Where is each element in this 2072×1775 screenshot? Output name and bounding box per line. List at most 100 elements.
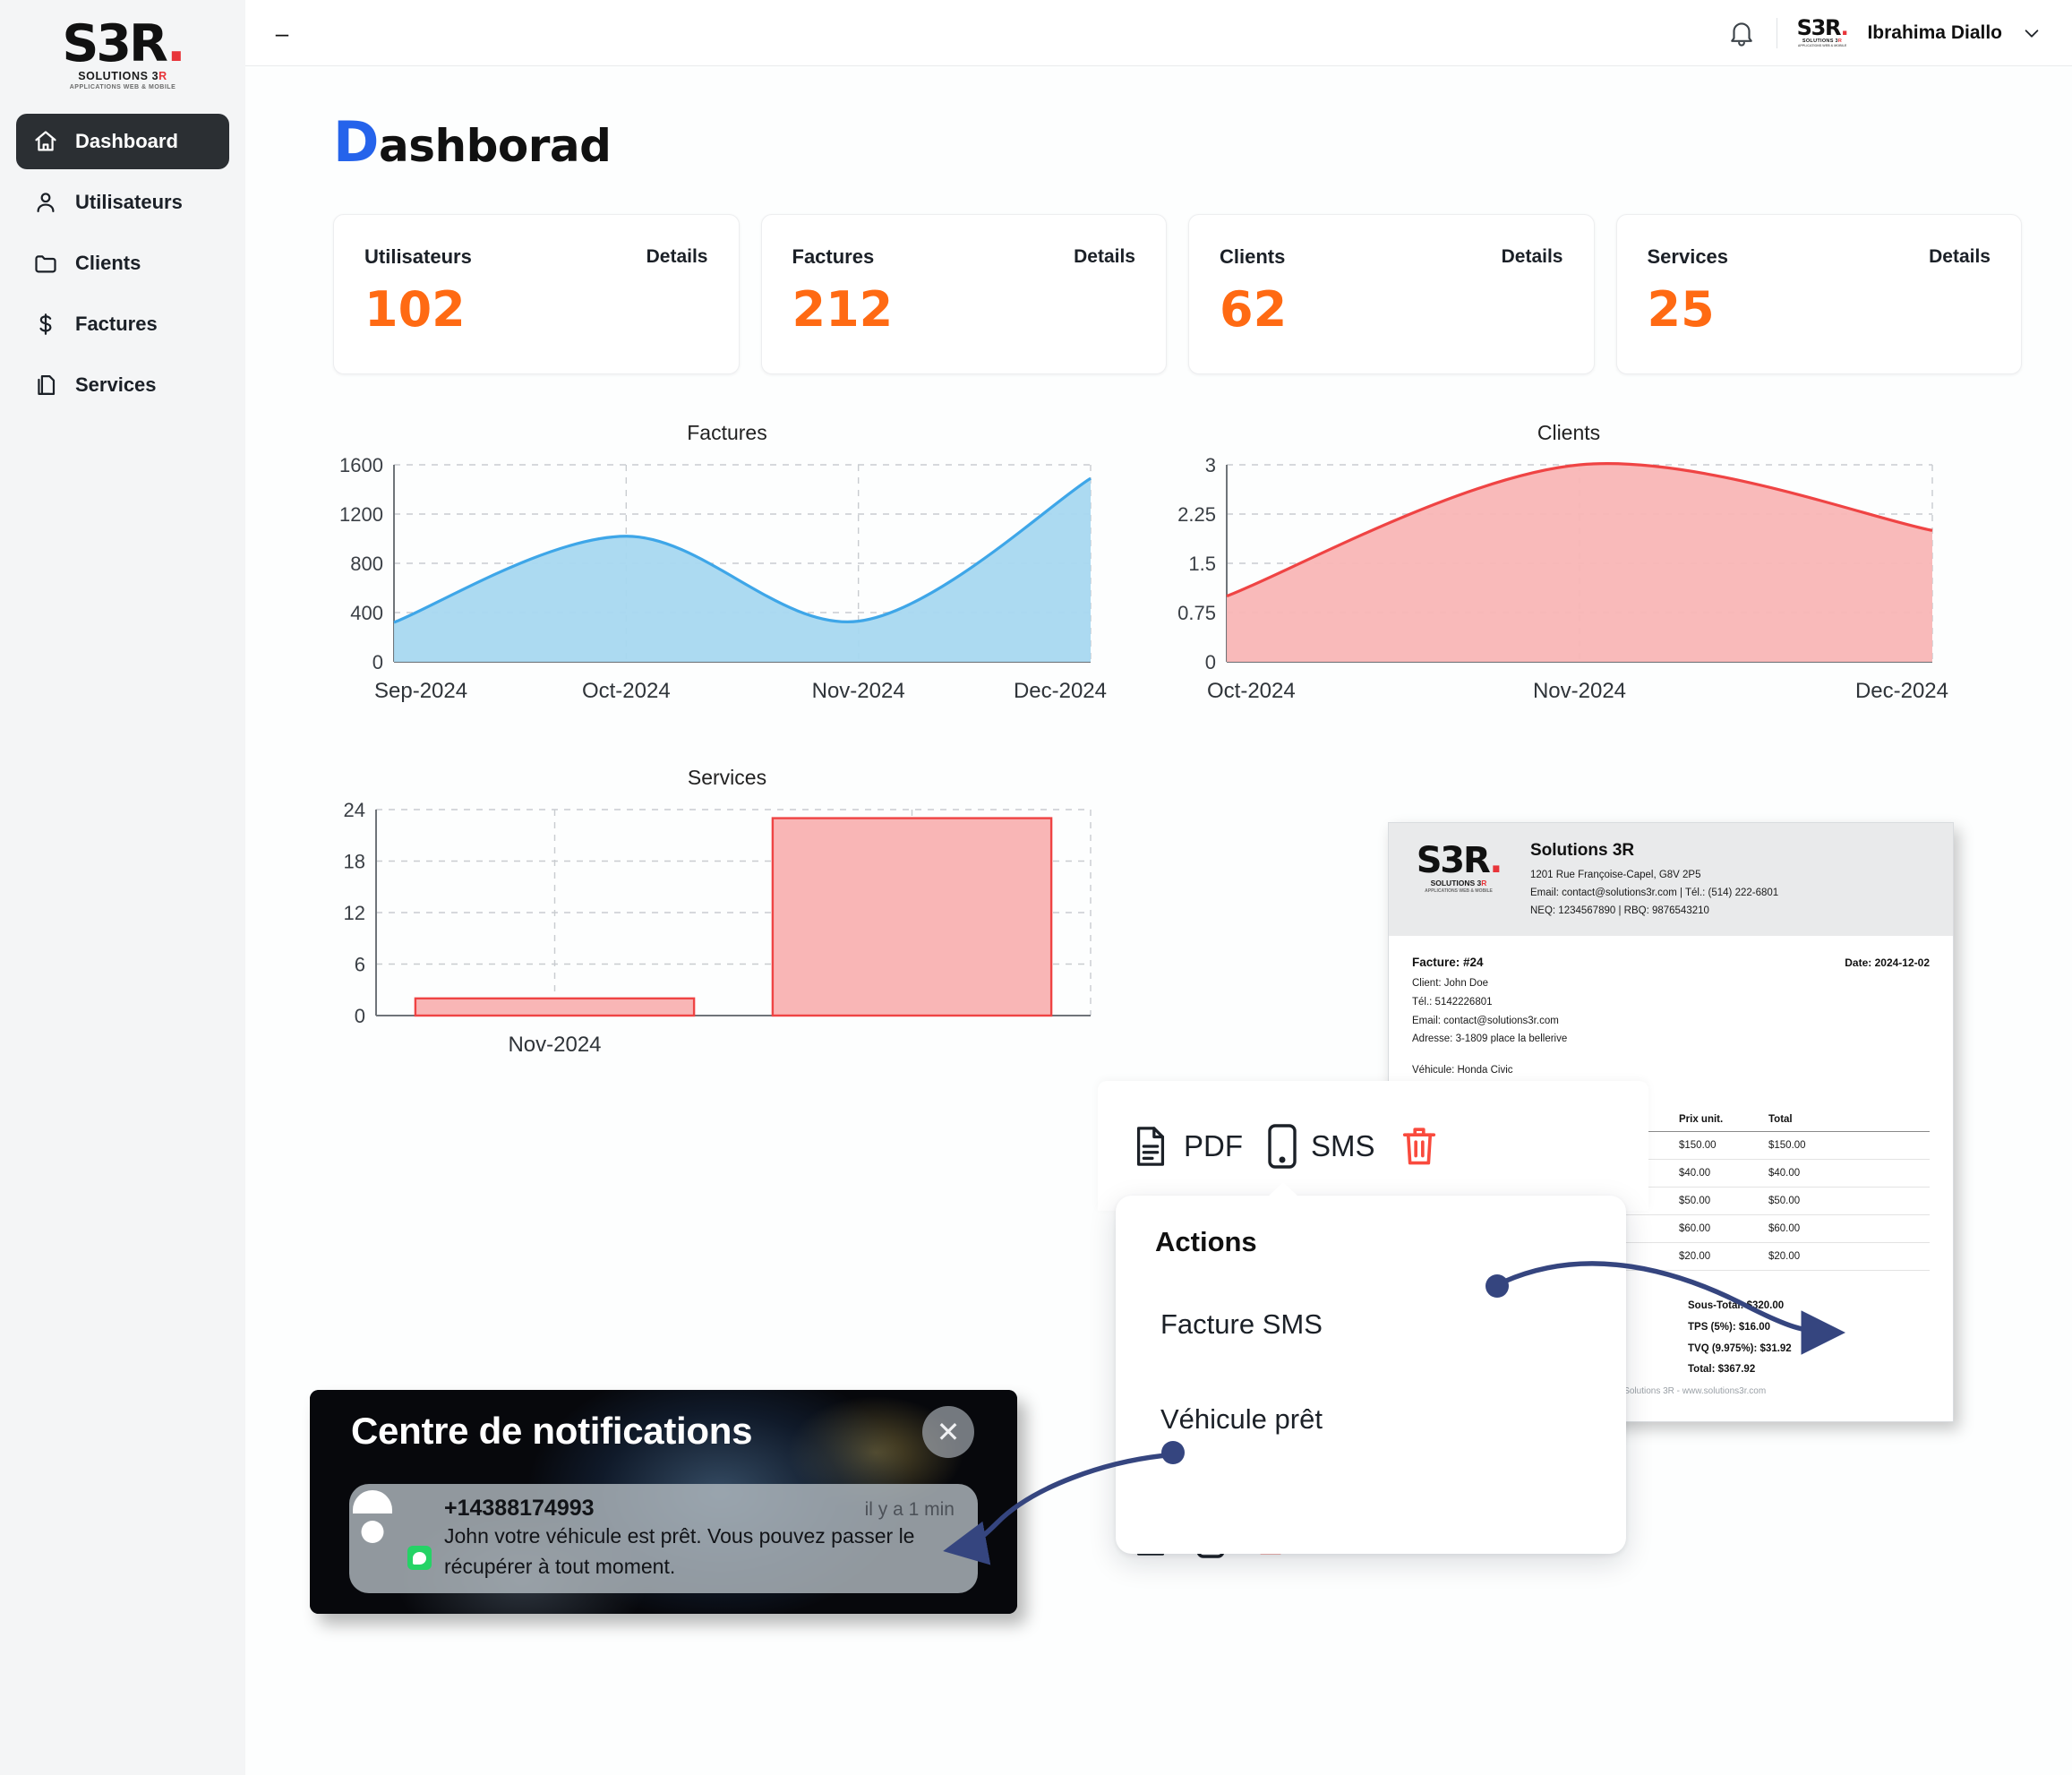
chart-title: Clients xyxy=(1537,421,1601,444)
stat-card-details-link[interactable]: Details xyxy=(1929,246,1991,268)
sidebar-item-clients[interactable]: Clients xyxy=(16,236,229,291)
actions-dropdown: Actions Facture SMS Véhicule prêt xyxy=(1116,1182,1626,1554)
invoice-subtotal: Sous-Total: $320.00 xyxy=(1688,1300,1785,1312)
chart-factures: Factures 0 400 800 1200 1600 Sep-2024 Oct-2024… xyxy=(333,421,1121,714)
chart-clients-svg: 0 0.75 1.5 2.25 3 Oct-2024 Nov-2024 Dec-2024 xyxy=(1177,454,1948,703)
dollar-icon xyxy=(32,311,59,338)
invoice-cell-total: $50.00 xyxy=(1768,1187,1930,1216)
chart-x-tick-label: Oct-2024 xyxy=(1207,679,1296,703)
invoice-cell-total: $40.00 xyxy=(1768,1159,1930,1188)
chart-y-tick-label: 18 xyxy=(344,851,365,873)
stat-card-details-link[interactable]: Details xyxy=(1502,246,1563,268)
invoice-col-price: Prix unit. xyxy=(1679,1110,1768,1133)
stat-card-details-link[interactable]: Details xyxy=(1074,246,1135,268)
stat-card-factures[interactable]: Factures Details 212 xyxy=(760,214,1167,374)
chart-y-tick-label: 0 xyxy=(355,1005,365,1027)
stat-card-services[interactable]: Services Details 25 xyxy=(1615,214,2022,374)
sidebar-nav: Dashboard Utilisateurs Clients Factures xyxy=(0,114,245,413)
chart-services-svg: 0 6 12 18 24 Nov-2024 xyxy=(344,799,1092,1057)
invoice-company-contact: Email: contact@solutions3r.com | Tél.: (… xyxy=(1530,887,1779,898)
user-icon xyxy=(32,189,59,216)
sidebar-item-label: Dashboard xyxy=(75,130,178,153)
chart-y-tick-label: 3 xyxy=(1205,454,1216,476)
delete-button[interactable] xyxy=(1399,1124,1440,1169)
action-toolbar: PDF SMS xyxy=(1098,1081,1648,1211)
stat-card-value: 62 xyxy=(1220,281,1288,338)
chart-y-tick-label: 800 xyxy=(350,553,383,575)
sidebar-item-factures[interactable]: Factures xyxy=(16,296,229,352)
chart-x-tick-label: Dec-2024 xyxy=(1855,679,1948,703)
chart-services: Services 0 6 12 18 24 Nov-2024 xyxy=(333,766,1121,1068)
chevron-down-icon[interactable] xyxy=(2022,23,2042,43)
chart-title: Services xyxy=(687,766,767,789)
stat-cards: Utilisateurs Details 102 Factures Detail… xyxy=(333,214,2022,374)
chart-y-tick-label: 6 xyxy=(355,954,365,976)
invoice-logo: S3R. SOLUTIONS 3R APPLICATIONS WEB & MOB… xyxy=(1416,840,1503,894)
chart-factures-svg: 0 400 800 1200 1600 Sep-2024 Oct-2024 Nov-2024 D… xyxy=(339,454,1107,703)
invoice-col-total: Total xyxy=(1768,1110,1930,1133)
invoice-total: Total: $367.92 xyxy=(1688,1364,1756,1376)
dropdown-item-facture-sms[interactable]: Facture SMS xyxy=(1116,1308,1626,1341)
notification-time: il y a 1 min xyxy=(864,1499,955,1521)
chart-x-tick-label: Sep-2024 xyxy=(374,679,467,703)
stat-card-label: Services xyxy=(1647,245,1729,268)
invoice-cell-price: $150.00 xyxy=(1679,1131,1768,1161)
home-icon xyxy=(32,128,59,155)
chart-y-tick-label: 12 xyxy=(344,902,365,924)
invoice-vehicle: Véhicule: Honda Civic xyxy=(1412,1065,1513,1076)
invoice-company-block: Solutions 3R 1201 Rue Françoise-Capel, G… xyxy=(1530,841,1778,920)
main-area: – S3R. SOLUTIONS 3R APPLICATIONS WEB & M… xyxy=(245,0,2072,1775)
chart-x-tick-label: Nov-2024 xyxy=(508,1033,601,1057)
invoice-cell-price: $20.00 xyxy=(1679,1242,1768,1272)
sidebar-item-label: Services xyxy=(75,373,157,397)
app-root: S3R. SOLUTIONS 3R APPLICATIONS WEB & MOB… xyxy=(0,0,2072,1775)
invoice-cell-total: $150.00 xyxy=(1768,1131,1930,1161)
invoice-client: Client: John Doe xyxy=(1412,978,1489,990)
invoice-tvq: TVQ (9.975%): $31.92 xyxy=(1688,1342,1792,1354)
stat-card-value: 212 xyxy=(792,281,894,338)
bell-icon[interactable] xyxy=(1726,18,1757,48)
invoice-cell-price: $60.00 xyxy=(1679,1214,1768,1244)
sidebar-item-label: Utilisateurs xyxy=(75,191,183,214)
chart-x-tick-label: Nov-2024 xyxy=(812,679,905,703)
logo-dot-icon: . xyxy=(167,14,186,73)
topbar-right: S3R. SOLUTIONS 3R APPLICATIONS WEB & MOB… xyxy=(1726,17,2042,48)
page-title: Dashborad xyxy=(333,109,2022,175)
chart-y-tick-label: 0.75 xyxy=(1177,602,1216,624)
stat-card-clients[interactable]: Clients Details 62 xyxy=(1188,214,1595,374)
pdf-button[interactable]: PDF xyxy=(1130,1123,1243,1170)
folder-icon xyxy=(32,250,59,277)
notification-item[interactable]: +14388174993 il y a 1 min John votre véh… xyxy=(349,1484,978,1593)
invoice-date: Date: 2024-12-02 xyxy=(1845,956,1930,970)
invoice-company-ids: NEQ: 1234567890 | RBQ: 9876543210 xyxy=(1530,905,1709,916)
chart-title: Factures xyxy=(687,421,767,444)
chart-bar xyxy=(414,997,696,1017)
stat-card-details-link[interactable]: Details xyxy=(646,246,708,268)
dropdown-item-vehicule-pret[interactable]: Véhicule prêt xyxy=(1116,1403,1626,1436)
sidebar-item-label: Factures xyxy=(75,313,158,336)
invoice-address: Adresse: 3-1809 place la bellerive xyxy=(1412,1033,1568,1045)
trash-icon xyxy=(1402,1127,1435,1164)
chart-y-tick-label: 0 xyxy=(1205,651,1216,673)
avatar xyxy=(353,1490,432,1570)
sidebar-item-label: Clients xyxy=(75,252,141,275)
sidebar-logo: S3R. SOLUTIONS 3R APPLICATIONS WEB & MOB… xyxy=(0,0,245,114)
invoice-email: Email: contact@solutions3r.com xyxy=(1412,1015,1559,1026)
chart-y-tick-label: 1.5 xyxy=(1188,553,1216,575)
user-name[interactable]: Ibrahima Diallo xyxy=(1867,22,2002,44)
logo-text: S3R xyxy=(62,14,169,73)
topbar-logo: S3R. SOLUTIONS 3R APPLICATIONS WEB & MOB… xyxy=(1796,14,1849,48)
sidebar-item-utilisateurs[interactable]: Utilisateurs xyxy=(16,175,229,230)
chart-y-tick-label: 400 xyxy=(350,602,383,624)
minimize-button[interactable]: – xyxy=(270,21,294,45)
stat-card-utilisateurs[interactable]: Utilisateurs Details 102 xyxy=(333,214,740,374)
sidebar-item-dashboard[interactable]: Dashboard xyxy=(16,114,229,170)
chart-y-tick-label: 1600 xyxy=(339,454,383,476)
invoice-number: Facture: #24 xyxy=(1412,956,1484,970)
invoice-header: S3R. SOLUTIONS 3R APPLICATIONS WEB & MOB… xyxy=(1389,823,1953,937)
chart-x-tick-label: Oct-2024 xyxy=(582,679,671,703)
invoice-company-address: 1201 Rue Françoise-Capel, G8V 2P5 xyxy=(1530,870,1701,880)
close-icon[interactable]: ✕ xyxy=(922,1406,974,1458)
sidebar-item-services[interactable]: Services xyxy=(16,357,229,413)
sms-button[interactable]: SMS xyxy=(1266,1122,1375,1170)
